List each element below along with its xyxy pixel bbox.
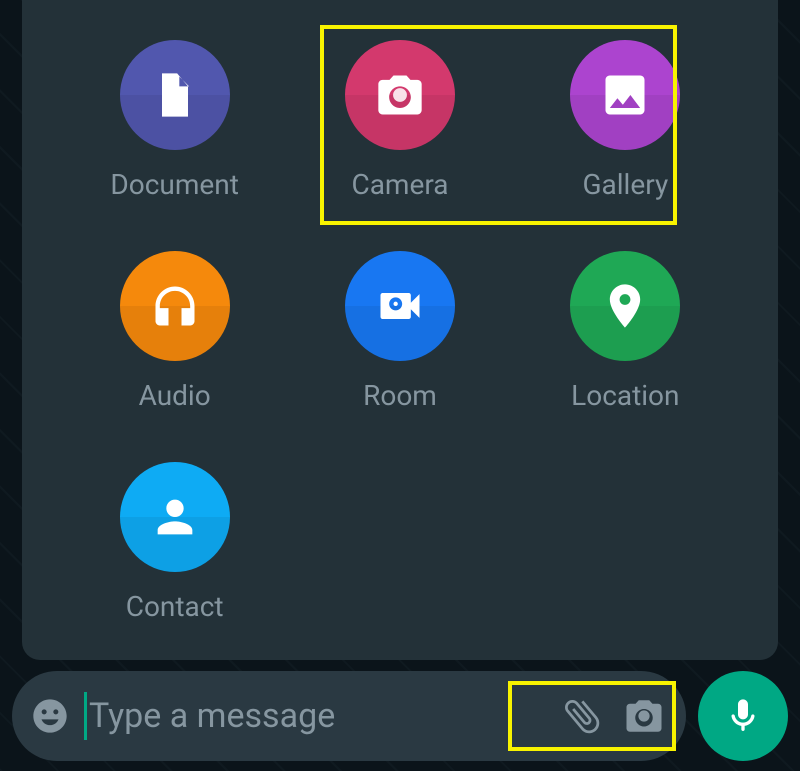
attachment-label: Room [363, 379, 437, 412]
camera-icon [345, 40, 455, 150]
attachment-label: Gallery [582, 168, 668, 201]
message-input-bar: Type a message [12, 671, 686, 761]
location-pin-icon [570, 251, 680, 361]
attachment-contact[interactable]: Contact [120, 462, 230, 623]
attachment-gallery[interactable]: Gallery [570, 40, 680, 201]
attachment-label: Camera [351, 168, 448, 201]
attachment-document[interactable]: Document [110, 40, 238, 201]
voice-record-button[interactable] [698, 671, 788, 761]
attachment-label: Contact [126, 590, 224, 623]
camera-button[interactable] [620, 692, 668, 740]
attachment-room[interactable]: Room [345, 251, 455, 412]
attachment-label: Audio [139, 379, 211, 412]
attachment-panel: Document Camera Gallery Audio Room [22, 0, 778, 660]
attachment-label: Location [571, 379, 679, 412]
person-icon [120, 462, 230, 572]
attachment-label: Document [110, 168, 238, 201]
emoji-button[interactable] [30, 696, 70, 736]
attachment-camera[interactable]: Camera [345, 40, 455, 201]
attach-button[interactable] [558, 692, 606, 740]
document-icon [120, 40, 230, 150]
attachment-grid: Document Camera Gallery Audio Room [82, 40, 718, 623]
attachment-location[interactable]: Location [570, 251, 680, 412]
input-row: Type a message [12, 671, 788, 761]
message-input[interactable]: Type a message [84, 692, 544, 740]
headphones-icon [120, 251, 230, 361]
video-room-icon [345, 251, 455, 361]
message-placeholder: Type a message [89, 696, 335, 736]
text-cursor [84, 692, 87, 740]
attachment-audio[interactable]: Audio [120, 251, 230, 412]
gallery-icon [570, 40, 680, 150]
